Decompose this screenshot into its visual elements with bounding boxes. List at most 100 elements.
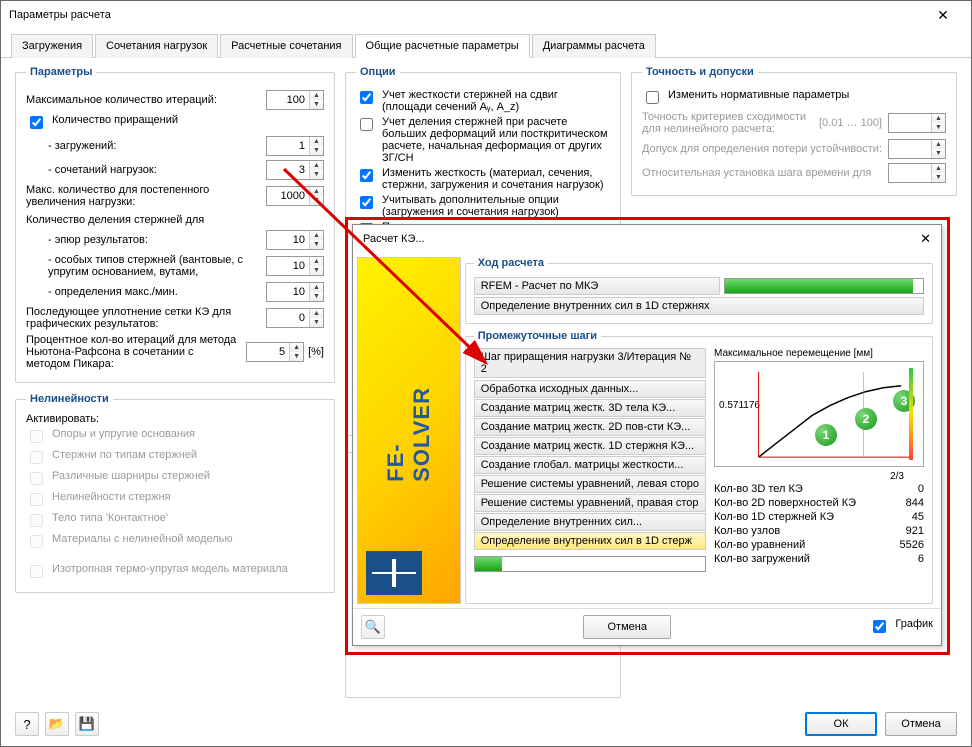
special-members-input[interactable] [267,257,309,275]
bottom-bar: ? 📂 💾 ОК Отмена [1,706,971,746]
ep-results-input[interactable] [267,231,309,249]
zoom-icon[interactable]: 🔍 [361,615,385,639]
opt-shear-check[interactable] [360,91,373,104]
window-title: Параметры расчета [9,9,111,21]
picard-label: Процентное кол-во итераций для метода Нь… [26,334,240,370]
stat-value: 5526 [900,539,924,551]
maxmin-spin[interactable]: ▲▼ [266,282,324,302]
dlubal-logo-icon [366,551,422,595]
incr-loads-input[interactable] [267,137,309,155]
annotation-dot-2: 2 [855,408,877,430]
refine-spin[interactable]: ▲▼ [266,308,324,328]
opt-additional-label: Учитывать дополнительные опции (загружен… [382,194,610,218]
nl-member-types-label: Стержни по типам стержней [52,449,197,461]
picard-spin[interactable]: ▲▼ [246,342,304,362]
tab-diagrams[interactable]: Диаграммы расчета [532,34,656,58]
max-iter-spin[interactable]: ▲▼ [266,90,324,110]
stat-value: 844 [906,497,924,509]
progress-text-1: RFEM - Расчет по МКЭ [474,277,720,295]
progress-bar-1 [724,278,924,294]
nl-member-nl-check [30,493,43,506]
opt-division-label: Учет деления стержней при расчете больши… [382,116,610,164]
folder-icon[interactable]: 📂 [45,712,69,736]
change-norm-label: Изменить нормативные параметры [668,89,849,101]
nl-iso-label: Изотропная термо-упругая модель материал… [52,563,288,575]
modal-cancel-button[interactable]: Отмена [583,615,671,639]
incr-combos-spin[interactable]: ▲▼ [266,160,324,180]
opt-division-check[interactable] [360,118,373,131]
incr-combos-input[interactable] [267,161,309,179]
member-div-label: Количество деления стержней для [26,214,324,226]
step-item: Создание матриц жестк. 3D тела КЭ... [474,399,706,417]
graph-check[interactable] [873,620,886,633]
crit-label: Точность критериев сходимости для нелине… [642,111,813,135]
nl-member-nl-label: Нелинейности стержня [52,491,171,503]
maxmin-input[interactable] [267,283,309,301]
activate-label: Активировать: [26,413,324,425]
tol-input [889,140,931,158]
gradual-spin[interactable]: ▲▼ [266,186,324,206]
help-icon[interactable]: ? [15,712,39,736]
step-item: Решение системы уравнений, правая стор [474,494,706,512]
chart-xaxis: 2/3 [714,471,924,482]
ep-results-label: - эпюр результатов: [48,234,260,246]
ep-results-spin[interactable]: ▲▼ [266,230,324,250]
rel-spin: ▲▼ [888,163,946,183]
step-item-active: Определение внутренних сил в 1D стерж [474,532,706,550]
max-iter-label: Максимальное количество итераций: [26,94,260,106]
picard-input[interactable] [247,343,289,361]
tab-global-params[interactable]: Общие расчетные параметры [355,34,530,58]
stat-value: 6 [918,553,924,565]
steps-group: Промежуточные шаги Шаг приращения нагруз… [465,330,933,604]
color-scale-icon [909,368,913,460]
displacement-chart: 0.571176 1 2 3 [714,361,924,467]
stat-label: Кол-во загружений [714,553,810,565]
nl-materials-label: Материалы с нелинейной моделью [52,533,233,545]
ok-button[interactable]: ОК [805,712,877,736]
step-item: Решение системы уравнений, левая сторо [474,475,706,493]
close-button[interactable]: ✕ [923,4,963,26]
tab-design-combos[interactable]: Расчетные сочетания [220,34,352,58]
annotation-dot-1: 1 [815,424,837,446]
max-iter-input[interactable] [267,91,309,109]
precision-legend: Точность и допуски [642,66,758,78]
num-increments-check[interactable] [30,116,43,129]
special-members-label: - особых типов стержней (вантовые, с упр… [48,254,260,278]
stat-label: Кол-во 2D поверхностей КЭ [714,497,856,509]
rel-label: Относительная установка шага времени для [642,167,882,179]
nl-contact-check [30,514,43,527]
step-header: Шаг приращения нагрузки 3/Итерация № 2 [474,348,706,378]
progress-legend: Ход расчета [474,257,548,269]
nl-iso-check [30,565,43,578]
tab-load-combos[interactable]: Сочетания нагрузок [95,34,218,58]
chart-title: Максимальное перемещение [мм] [714,348,924,359]
cancel-button[interactable]: Отмена [885,712,957,736]
save-icon[interactable]: 💾 [75,712,99,736]
tab-load-cases[interactable]: Загружения [11,34,93,58]
crit-range: [0.01 … 100] [819,117,882,129]
gradual-label: Макс. количество для постепенного увелич… [26,184,260,208]
nl-supports-check [30,430,43,443]
maxmin-label: - определения макс./мин. [48,286,260,298]
incr-loads-spin[interactable]: ▲▼ [266,136,324,156]
step-item: Определение внутренних сил... [474,513,706,531]
calc-progress-modal: Расчет КЭ... ✕ FE-SOLVER Ход расчета RFE… [352,224,942,646]
nl-materials-check [30,535,43,548]
opt-stiffness-check[interactable] [360,169,373,182]
nl-supports-label: Опоры и упругие основания [52,428,195,440]
params-group: Параметры Максимальное количество итерац… [15,66,335,383]
precision-group: Точность и допуски Изменить нормативные … [631,66,957,196]
modal-close-icon[interactable]: ✕ [920,231,931,247]
change-norm-check[interactable] [646,91,659,104]
step-item: Создание матриц жестк. 1D стержня КЭ... [474,437,706,455]
step-item: Создание матриц жестк. 2D пов-сти КЭ... [474,418,706,436]
opt-additional-check[interactable] [360,196,373,209]
refine-input[interactable] [267,309,309,327]
stat-value: 45 [912,511,924,523]
stat-label: Кол-во 1D стержней КЭ [714,511,834,523]
stat-label: Кол-во 3D тел КЭ [714,483,803,495]
gradual-input[interactable] [267,187,309,205]
special-members-spin[interactable]: ▲▼ [266,256,324,276]
step-item: Обработка исходных данных... [474,380,706,398]
picard-unit: [%] [308,346,324,358]
